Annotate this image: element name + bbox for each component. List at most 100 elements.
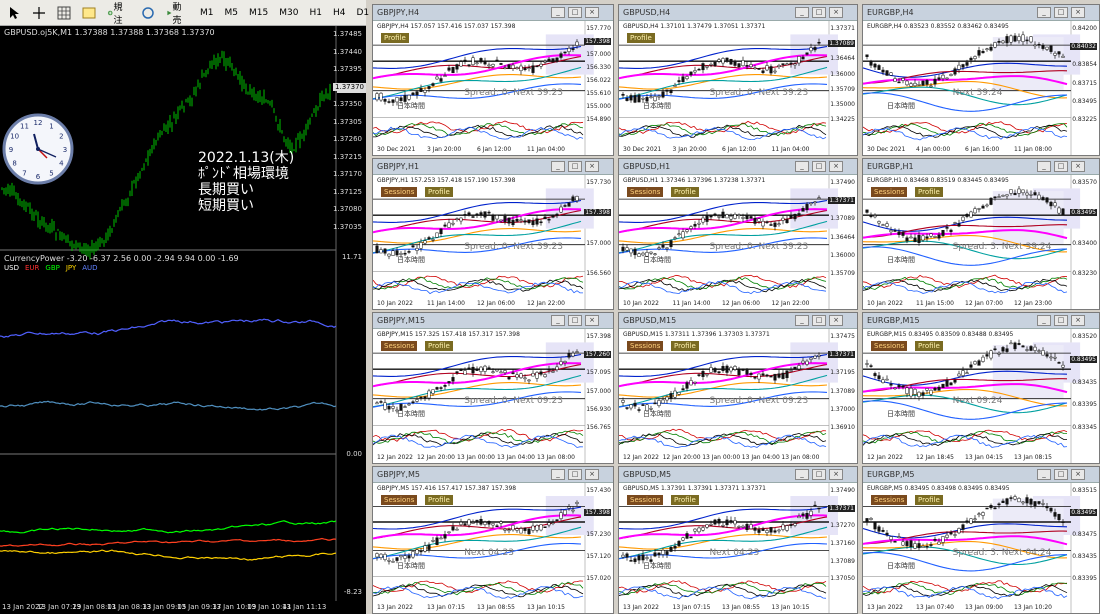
chart-window[interactable]: GBPUSD,H4 _ □ × GBPUSD,H4 1.37101 1.37479 1.… bbox=[618, 4, 858, 156]
profile-tag: Profile bbox=[425, 341, 453, 351]
chart-window[interactable]: GBPUSD,M5 _ □ × GBPUSD,M5 1.37391 1.37391 1.… bbox=[618, 466, 858, 614]
chart-window[interactable]: GBPUSD,M15 _ □ × GBPUSD,M15 1.37311 1.37396 … bbox=[618, 312, 858, 464]
grid-icon[interactable] bbox=[53, 3, 75, 23]
crosshair-tool-icon[interactable] bbox=[28, 3, 50, 23]
window-title-bar[interactable]: EURGBP,M15 _ □ × bbox=[863, 313, 1099, 329]
minimize-icon[interactable]: _ bbox=[1037, 315, 1051, 326]
close-icon[interactable]: × bbox=[829, 7, 843, 18]
minimize-icon[interactable]: _ bbox=[551, 161, 565, 172]
window-title-bar[interactable]: GBPUSD,H1 _ □ × bbox=[619, 159, 857, 175]
window-title-bar[interactable]: GBPUSD,M5 _ □ × bbox=[619, 467, 857, 483]
window-title-bar[interactable]: EURGBP,H4 _ □ × bbox=[863, 5, 1099, 21]
minimize-icon[interactable]: _ bbox=[795, 161, 809, 172]
maximize-icon[interactable]: □ bbox=[812, 469, 826, 480]
chart-window[interactable]: EURGBP,H4 _ □ × EURGBP,H4 0.83523 0.83552 0.… bbox=[862, 4, 1100, 156]
maximize-icon[interactable]: □ bbox=[568, 161, 582, 172]
close-icon[interactable]: × bbox=[585, 161, 599, 172]
close-icon[interactable]: × bbox=[1071, 161, 1085, 172]
window-title-bar[interactable]: EURGBP,H1 _ □ × bbox=[863, 159, 1099, 175]
close-icon[interactable]: × bbox=[1071, 7, 1085, 18]
window-time-axis: 13 Jan 2022 13 Jan 07:15 13 Jan 08:55 13 Ja… bbox=[377, 604, 583, 613]
window-symbol-line: GBPJPY,M15 157.325 157.418 157.317 157.3… bbox=[377, 331, 520, 338]
close-icon[interactable]: × bbox=[585, 315, 599, 326]
profiles-icon[interactable] bbox=[78, 3, 100, 23]
close-icon[interactable]: × bbox=[585, 7, 599, 18]
window-time-tick: 30 Dec 2021 bbox=[867, 146, 906, 153]
minimize-icon[interactable]: _ bbox=[551, 315, 565, 326]
close-icon[interactable]: × bbox=[1071, 469, 1085, 480]
tf-h1[interactable]: H1 bbox=[305, 3, 326, 23]
minimize-icon[interactable]: _ bbox=[795, 315, 809, 326]
window-title-bar[interactable]: GBPUSD,M15 _ □ × bbox=[619, 313, 857, 329]
close-icon[interactable]: × bbox=[585, 469, 599, 480]
profile-tag: Profile bbox=[671, 495, 699, 505]
window-time-tick: 12 Jan 20:00 bbox=[417, 454, 455, 461]
autotrading-button[interactable]: 自動売買 bbox=[162, 3, 193, 39]
maximize-icon[interactable]: □ bbox=[1054, 7, 1068, 18]
tf-m1[interactable]: M1 bbox=[196, 3, 218, 23]
maximize-icon[interactable]: □ bbox=[812, 7, 826, 18]
window-title-bar[interactable]: EURGBP,M5 _ □ × bbox=[863, 467, 1099, 483]
minimize-icon[interactable]: _ bbox=[551, 7, 565, 18]
close-icon[interactable]: × bbox=[829, 161, 843, 172]
maximize-icon[interactable]: □ bbox=[568, 469, 582, 480]
close-icon[interactable]: × bbox=[1071, 315, 1085, 326]
new-order-button[interactable]: 新規注文 bbox=[103, 3, 134, 39]
maximize-icon[interactable]: □ bbox=[1054, 161, 1068, 172]
main-chart[interactable]: GBPUSD.oj5K,M1 1.37388 1.37388 1.37368 1… bbox=[0, 26, 366, 614]
window-symbol-line: EURGBP,H1 0.83468 0.83519 0.83445 0.8349… bbox=[867, 177, 1009, 184]
history-icon[interactable] bbox=[137, 3, 159, 23]
window-chart-body[interactable]: EURGBP,H1 0.83468 0.83519 0.83445 0.8349… bbox=[863, 175, 1099, 309]
chart-window[interactable]: GBPJPY,H4 _ □ × GBPJPY,H4 157.057 157.416 15… bbox=[372, 4, 614, 156]
maximize-icon[interactable]: □ bbox=[1054, 469, 1068, 480]
window-chart-body[interactable]: GBPUSD,M15 1.37311 1.37396 1.37303 1.373… bbox=[619, 329, 857, 463]
tf-m15[interactable]: M15 bbox=[245, 3, 272, 23]
minimize-icon[interactable]: _ bbox=[1037, 161, 1051, 172]
chart-window[interactable]: EURGBP,H1 _ □ × EURGBP,H1 0.83468 0.83519 0.… bbox=[862, 158, 1100, 310]
maximize-icon[interactable]: □ bbox=[568, 7, 582, 18]
maximize-icon[interactable]: □ bbox=[812, 161, 826, 172]
tf-h4[interactable]: H4 bbox=[329, 3, 350, 23]
window-chart-body[interactable]: GBPJPY,H1 157.253 157.418 157.190 157.39… bbox=[373, 175, 613, 309]
tf-m30[interactable]: M30 bbox=[275, 3, 302, 23]
minimize-icon[interactable]: _ bbox=[551, 469, 565, 480]
window-chart-body[interactable]: GBPUSD,M5 1.37391 1.37391 1.37371 1.3737… bbox=[619, 483, 857, 613]
window-time-tick: 3 Jan 20:00 bbox=[427, 146, 462, 153]
window-title-bar[interactable]: GBPUSD,H4 _ □ × bbox=[619, 5, 857, 21]
maximize-icon[interactable]: □ bbox=[1054, 315, 1068, 326]
chart-window[interactable]: GBPUSD,H1 _ □ × GBPUSD,H1 1.37346 1.37396 1.… bbox=[618, 158, 858, 310]
window-price-axis: 1.37371 1.37089 1.36464 1.36000 1.35709 1.350… bbox=[828, 21, 857, 155]
minimize-icon[interactable]: _ bbox=[1037, 469, 1051, 480]
cursor-tool-icon[interactable] bbox=[3, 3, 25, 23]
window-chart-body[interactable]: EURGBP,M15 0.83495 0.83509 0.83488 0.834… bbox=[863, 329, 1099, 463]
window-title-bar[interactable]: GBPJPY,M5 _ □ × bbox=[373, 467, 613, 483]
window-title-bar[interactable]: GBPJPY,H1 _ □ × bbox=[373, 159, 613, 175]
chart-window[interactable]: GBPJPY,M15 _ □ × GBPJPY,M15 157.325 157.418 … bbox=[372, 312, 614, 464]
minimize-icon[interactable]: _ bbox=[795, 7, 809, 18]
maximize-icon[interactable]: □ bbox=[568, 315, 582, 326]
minimize-icon[interactable]: _ bbox=[1037, 7, 1051, 18]
maximize-icon[interactable]: □ bbox=[812, 315, 826, 326]
window-chart-body[interactable]: EURGBP,H4 0.83523 0.83552 0.83462 0.8349… bbox=[863, 21, 1099, 155]
window-price-tick: 1.37475 bbox=[830, 333, 855, 340]
window-title-bar[interactable]: GBPJPY,H4 _ □ × bbox=[373, 5, 613, 21]
chart-window[interactable]: GBPJPY,M5 _ □ × GBPJPY,M5 157.416 157.417 15… bbox=[372, 466, 614, 614]
window-chart-body[interactable]: GBPJPY,M15 157.325 157.418 157.317 157.3… bbox=[373, 329, 613, 463]
minimize-icon[interactable]: _ bbox=[795, 469, 809, 480]
window-chart-body[interactable]: GBPUSD,H4 1.37101 1.37479 1.37051 1.3737… bbox=[619, 21, 857, 155]
tf-m5[interactable]: M5 bbox=[221, 3, 243, 23]
price-tick: 1.37035 bbox=[333, 222, 362, 231]
chart-window[interactable]: EURGBP,M15 _ □ × EURGBP,M15 0.83495 0.83509 … bbox=[862, 312, 1100, 464]
window-chart-body[interactable]: GBPUSD,H1 1.37346 1.37396 1.37238 1.3737… bbox=[619, 175, 857, 309]
window-title: GBPJPY,H4 bbox=[377, 8, 420, 17]
close-icon[interactable]: × bbox=[829, 469, 843, 480]
window-chart-body[interactable]: EURGBP,M5 0.83495 0.83498 0.83495 0.8349… bbox=[863, 483, 1099, 613]
window-title-bar[interactable]: GBPJPY,M15 _ □ × bbox=[373, 313, 613, 329]
window-chart-body[interactable]: GBPJPY,M5 157.416 157.417 157.387 157.39… bbox=[373, 483, 613, 613]
close-icon[interactable]: × bbox=[829, 315, 843, 326]
chart-window[interactable]: GBPJPY,H1 _ □ × GBPJPY,H1 157.253 157.418 15… bbox=[372, 158, 614, 310]
svg-text:4: 4 bbox=[59, 160, 64, 168]
chart-window[interactable]: EURGBP,M5 _ □ × EURGBP,M5 0.83495 0.83498 0.… bbox=[862, 466, 1100, 614]
tf-d1[interactable]: D1 bbox=[352, 3, 373, 23]
window-chart-body[interactable]: GBPJPY,H4 157.057 157.416 157.037 157.39… bbox=[373, 21, 613, 155]
